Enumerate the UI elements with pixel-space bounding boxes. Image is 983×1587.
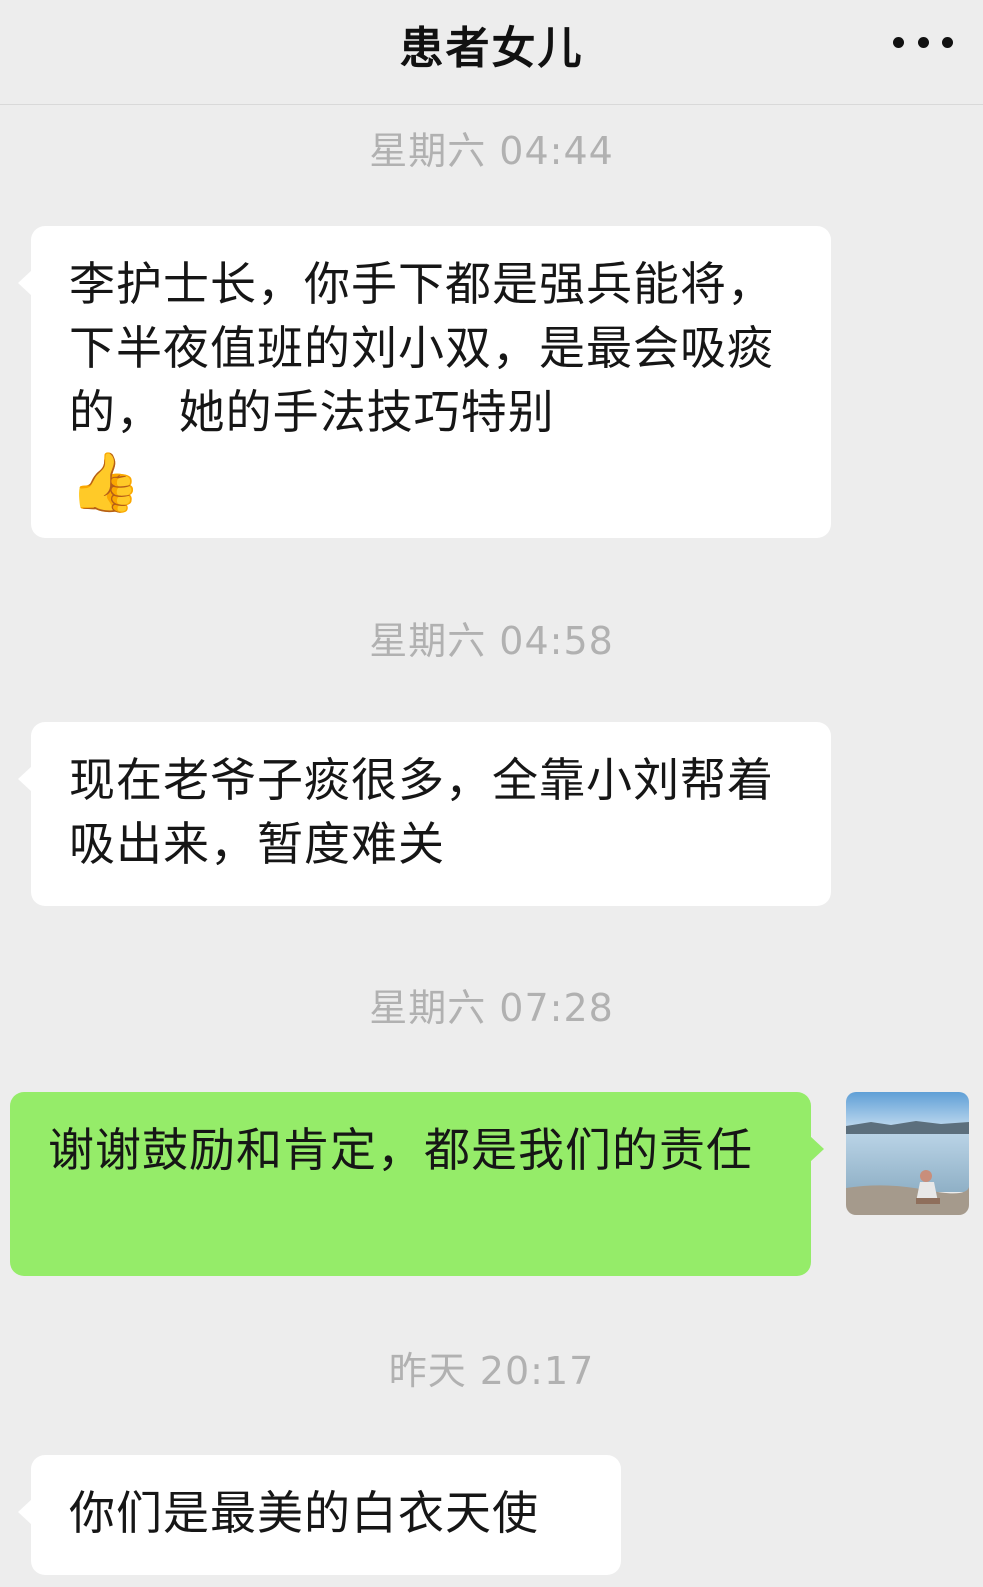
timestamp: 星期六 04:44 — [369, 129, 614, 173]
chat-header: 患者女儿 — [0, 0, 983, 105]
message-bubble-incoming[interactable]: 李护士长，你手下都是强兵能将，下半夜值班的刘小双，是最会吸痰的， 她的手法技巧特… — [18, 226, 831, 538]
message-bubble-outgoing[interactable]: 谢谢鼓励和肯定，都是我们的责任 — [10, 1092, 824, 1276]
timestamp: 星期六 07:28 — [369, 986, 614, 1030]
message-text: 谢谢鼓励和肯定，都是我们的责任 — [48, 1123, 753, 1177]
message-bubble-incoming[interactable]: 现在老爷子痰很多，全靠小刘帮着吸出来，暂度难关 — [18, 722, 831, 906]
message-bubble-incoming[interactable]: 你们是最美的白衣天使 — [18, 1455, 621, 1575]
thumbs-up-emoji: 👍 — [69, 448, 143, 516]
timestamp: 星期六 04:58 — [369, 619, 614, 663]
more-icon[interactable] — [893, 30, 953, 54]
message-text: 现在老爷子痰很多，全靠小刘帮着吸出来，暂度难关 — [69, 753, 774, 871]
message-text: 李护士长，你手下都是强兵能将，下半夜值班的刘小双，是最会吸痰的， 她的手法技巧特… — [69, 257, 774, 439]
lake-photo-avatar — [846, 1092, 969, 1215]
avatar[interactable] — [846, 1092, 969, 1215]
message-text: 你们是最美的白衣天使 — [69, 1486, 539, 1540]
timestamp: 昨天 20:17 — [388, 1349, 595, 1393]
chat-title: 患者女儿 — [399, 23, 584, 74]
